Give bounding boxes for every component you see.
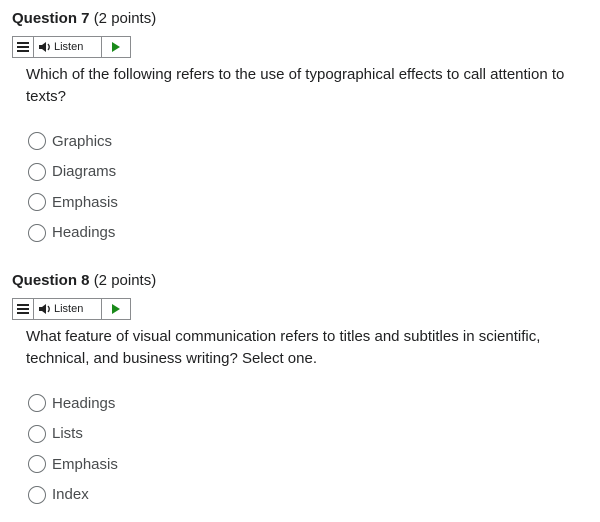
play-button[interactable] (102, 299, 130, 319)
option-label[interactable]: Emphasis (52, 194, 118, 211)
answer-option[interactable]: Headings (28, 218, 118, 249)
answer-option[interactable]: Lists (28, 419, 118, 450)
answer-option[interactable]: Diagrams (28, 157, 118, 188)
listen-button[interactable]: Listen (34, 299, 102, 319)
listen-toolbar: Listen (12, 36, 131, 58)
question-header: Question 8 (2 points) (12, 272, 156, 289)
radio-button[interactable] (28, 162, 46, 181)
listen-button[interactable]: Listen (34, 37, 102, 57)
play-button[interactable] (102, 37, 130, 57)
listen-toolbar: Listen (12, 298, 131, 320)
answer-option[interactable]: Emphasis (28, 187, 118, 218)
play-icon (112, 304, 120, 314)
speaker-icon (39, 304, 50, 314)
answer-option[interactable]: Index (28, 480, 118, 511)
radio-button[interactable] (28, 455, 46, 474)
radio-button[interactable] (28, 394, 46, 413)
listen-label: Listen (54, 41, 84, 53)
question-points: (2 points) (93, 10, 157, 27)
question-text: Which of the following refers to the use… (26, 66, 565, 105)
menu-icon[interactable] (13, 37, 34, 57)
question-header: Question 7 (2 points) (12, 10, 156, 27)
listen-label: Listen (54, 303, 84, 315)
menu-icon[interactable] (13, 299, 34, 319)
speaker-icon (39, 42, 50, 52)
question-title: Question 7 (12, 10, 90, 27)
question-points: (2 points) (93, 272, 157, 289)
option-label[interactable]: Emphasis (52, 456, 118, 473)
answer-option[interactable]: Headings (28, 388, 118, 419)
option-label[interactable]: Diagrams (52, 163, 116, 180)
question-text: What feature of visual communication ref… (26, 328, 541, 367)
answer-options: Graphics Diagrams Emphasis Headings (28, 126, 118, 248)
option-label[interactable]: Headings (52, 395, 115, 412)
question-title: Question 8 (12, 272, 90, 289)
radio-button[interactable] (28, 132, 46, 151)
radio-button[interactable] (28, 193, 46, 212)
play-icon (112, 42, 120, 52)
radio-button[interactable] (28, 223, 46, 242)
answer-option[interactable]: Emphasis (28, 449, 118, 480)
option-label[interactable]: Lists (52, 425, 83, 442)
answer-options: Headings Lists Emphasis Index (28, 388, 118, 510)
option-label[interactable]: Headings (52, 224, 115, 241)
option-label[interactable]: Index (52, 486, 89, 503)
radio-button[interactable] (28, 424, 46, 443)
radio-button[interactable] (28, 485, 46, 504)
option-label[interactable]: Graphics (52, 133, 112, 150)
answer-option[interactable]: Graphics (28, 126, 118, 157)
